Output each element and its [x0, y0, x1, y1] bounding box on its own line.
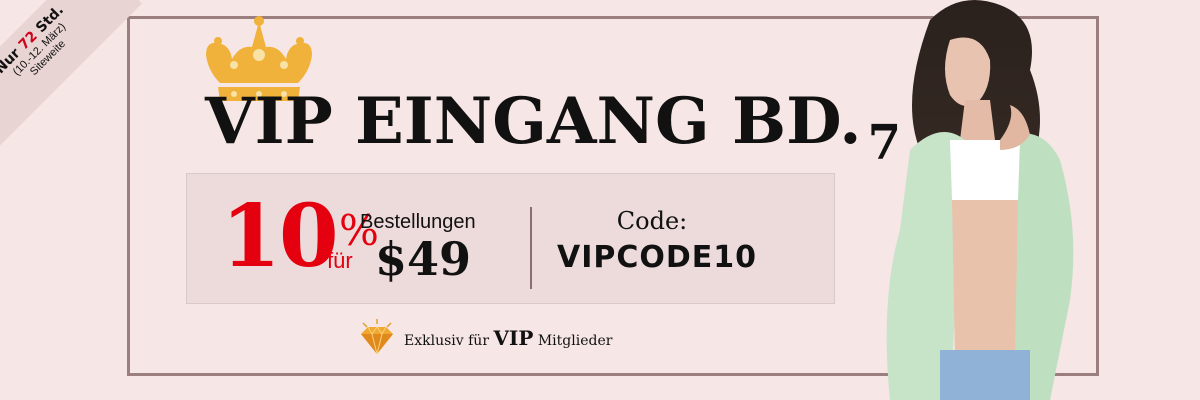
exclusive-suffix: Mitglieder [533, 333, 613, 349]
time-limit-ribbon: Nur 72 Std. (10.-12. März) Siteweite [0, 0, 142, 152]
orders-label: Bestellungen [360, 211, 476, 233]
exclusive-note: Exklusiv für VIP Mitglieder [404, 326, 612, 350]
fashion-model-photo [886, 0, 1074, 400]
minimum-amount: $49 [375, 232, 472, 286]
code-label: Code: [616, 207, 688, 235]
coupon-code[interactable]: VIPCODE10 [557, 240, 757, 275]
headline-main: VIP EINGANG BD. [205, 84, 862, 159]
for-word: für [327, 248, 353, 273]
exclusive-vip: VIP [493, 326, 534, 350]
diamond-icon [361, 319, 393, 355]
headline: VIP EINGANG BD. 7 [205, 84, 901, 171]
divider [530, 207, 532, 289]
discount-number: 10 [221, 186, 339, 287]
exclusive-prefix: Exklusiv für [404, 333, 494, 349]
offer-box: 10% für Bestellungen $49 Code: VIPCODE10 [186, 173, 835, 304]
discount-percent: 10% [221, 186, 379, 287]
